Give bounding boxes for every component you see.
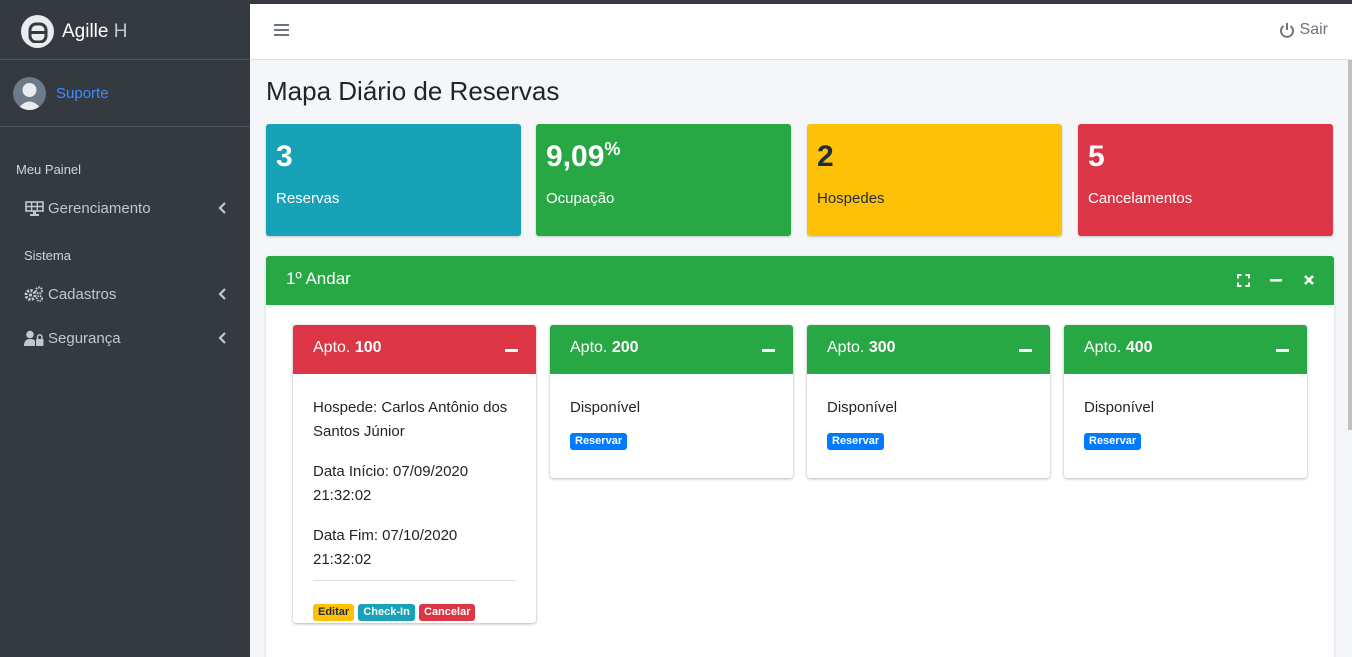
- room-status: Disponível: [827, 399, 898, 416]
- room-title: Apto. 200: [570, 339, 639, 356]
- scrollbar[interactable]: [1348, 60, 1352, 430]
- room-card-header: Apto. 200: [550, 325, 793, 374]
- brand-logo-icon: [21, 15, 54, 48]
- collapse-icon[interactable]: [1276, 349, 1289, 352]
- room-status: Disponível: [1084, 399, 1155, 416]
- stat-value: 5: [1088, 140, 1105, 173]
- nav-header-sistema: Sistema: [24, 248, 71, 263]
- divider: [313, 580, 516, 581]
- room-title: Apto. 100: [313, 339, 382, 356]
- room-card-body: Disponível Reservar: [550, 374, 793, 452]
- edit-button[interactable]: Editar: [313, 604, 355, 621]
- sidebar-item-seguranca[interactable]: Segurança: [0, 318, 250, 358]
- card-tools: [1236, 273, 1316, 287]
- stat-value: 9,09%: [546, 139, 621, 173]
- stat-value: 2: [817, 140, 834, 173]
- reserve-button[interactable]: Reservar: [827, 433, 885, 450]
- sidebar-item-label: Gerenciamento: [48, 199, 151, 217]
- expand-icon[interactable]: [1236, 273, 1250, 287]
- close-icon[interactable]: [1302, 273, 1316, 287]
- start-date: Data Início: 07/09/2020 21:32:02: [313, 463, 469, 504]
- room-actions: Editar Check-In Cancelar: [313, 603, 516, 621]
- room-status: Disponível: [570, 399, 641, 416]
- avatar: [13, 76, 46, 110]
- room-title: Apto. 300: [827, 339, 896, 356]
- sidebar-item-gerenciamento[interactable]: Gerenciamento: [0, 188, 250, 228]
- room-card-100: Apto. 100 Hospede: Carlos Antônio dos Sa…: [293, 325, 536, 623]
- stat-label: Reservas: [276, 190, 340, 207]
- room-card-body: Hospede: Carlos Antônio dos Santos Júnio…: [293, 374, 536, 621]
- chevron-left-icon: [218, 332, 226, 344]
- user-name-link[interactable]: Suporte: [56, 85, 109, 102]
- stat-box-ocupacao: 9,09% Ocupação: [536, 124, 791, 236]
- end-date: Data Fim: 07/10/2020 21:32:02: [313, 527, 458, 568]
- check-in-button[interactable]: Check-In: [358, 604, 415, 621]
- cogs-icon: [24, 285, 44, 303]
- collapse-icon[interactable]: [1019, 349, 1032, 352]
- sidebar-item-cadastros[interactable]: Cadastros: [0, 274, 250, 314]
- stat-label: Hospedes: [817, 190, 885, 207]
- stat-value: 3: [276, 140, 293, 173]
- stat-label: Ocupação: [546, 190, 615, 207]
- reserve-button[interactable]: Reservar: [1084, 433, 1142, 450]
- stat-box-reservas: 3 Reservas: [266, 124, 521, 236]
- room-card-200: Apto. 200 Disponível Reservar: [550, 325, 793, 478]
- chevron-left-icon: [218, 288, 226, 300]
- stat-box-cancelamentos: 5 Cancelamentos: [1078, 124, 1333, 236]
- sidebar-item-label: Segurança: [48, 329, 121, 347]
- room-title: Apto. 400: [1084, 339, 1153, 356]
- solar-panel-icon: [24, 199, 44, 217]
- floor-title: 1º Andar: [286, 269, 351, 288]
- user-lock-icon: [24, 329, 44, 347]
- room-card-body: Disponível Reservar: [807, 374, 1050, 452]
- hamburger-menu-icon[interactable]: [274, 24, 289, 38]
- room-card-body: Disponível Reservar: [1064, 374, 1307, 452]
- room-card-400: Apto. 400 Disponível Reservar: [1064, 325, 1307, 478]
- logout-button[interactable]: Sair: [1279, 21, 1328, 39]
- power-icon: [1279, 22, 1294, 38]
- cancel-button[interactable]: Cancelar: [419, 604, 476, 621]
- user-panel: Suporte: [0, 60, 250, 127]
- room-card-header: Apto. 100: [293, 325, 536, 374]
- sidebar-item-label: Cadastros: [48, 285, 117, 303]
- room-card-300: Apto. 300 Disponível Reservar: [807, 325, 1050, 478]
- sidebar: Agille H Suporte Meu Painel Gerenciament…: [0, 4, 250, 657]
- floor-card-header: 1º Andar: [266, 256, 1334, 305]
- brand-link[interactable]: Agille H: [0, 4, 250, 60]
- stat-label: Cancelamentos: [1088, 190, 1193, 207]
- collapse-icon[interactable]: [505, 349, 518, 352]
- room-card-header: Apto. 400: [1064, 325, 1307, 374]
- collapse-icon[interactable]: [762, 349, 775, 352]
- collapse-icon[interactable]: [1269, 273, 1283, 287]
- reserve-button[interactable]: Reservar: [570, 433, 628, 450]
- chevron-left-icon: [218, 202, 226, 214]
- room-card-header: Apto. 300: [807, 325, 1050, 374]
- guest-name: Hospede: Carlos Antônio dos Santos Júnio…: [313, 399, 508, 440]
- nav-header-meu-painel: Meu Painel: [16, 162, 82, 177]
- logout-label: Sair: [1299, 21, 1328, 38]
- brand-name: Agille H: [62, 20, 128, 42]
- page-title: Mapa Diário de Reservas: [266, 76, 560, 106]
- top-navbar: Sair: [250, 4, 1352, 60]
- stat-box-hospedes: 2 Hospedes: [807, 124, 1062, 236]
